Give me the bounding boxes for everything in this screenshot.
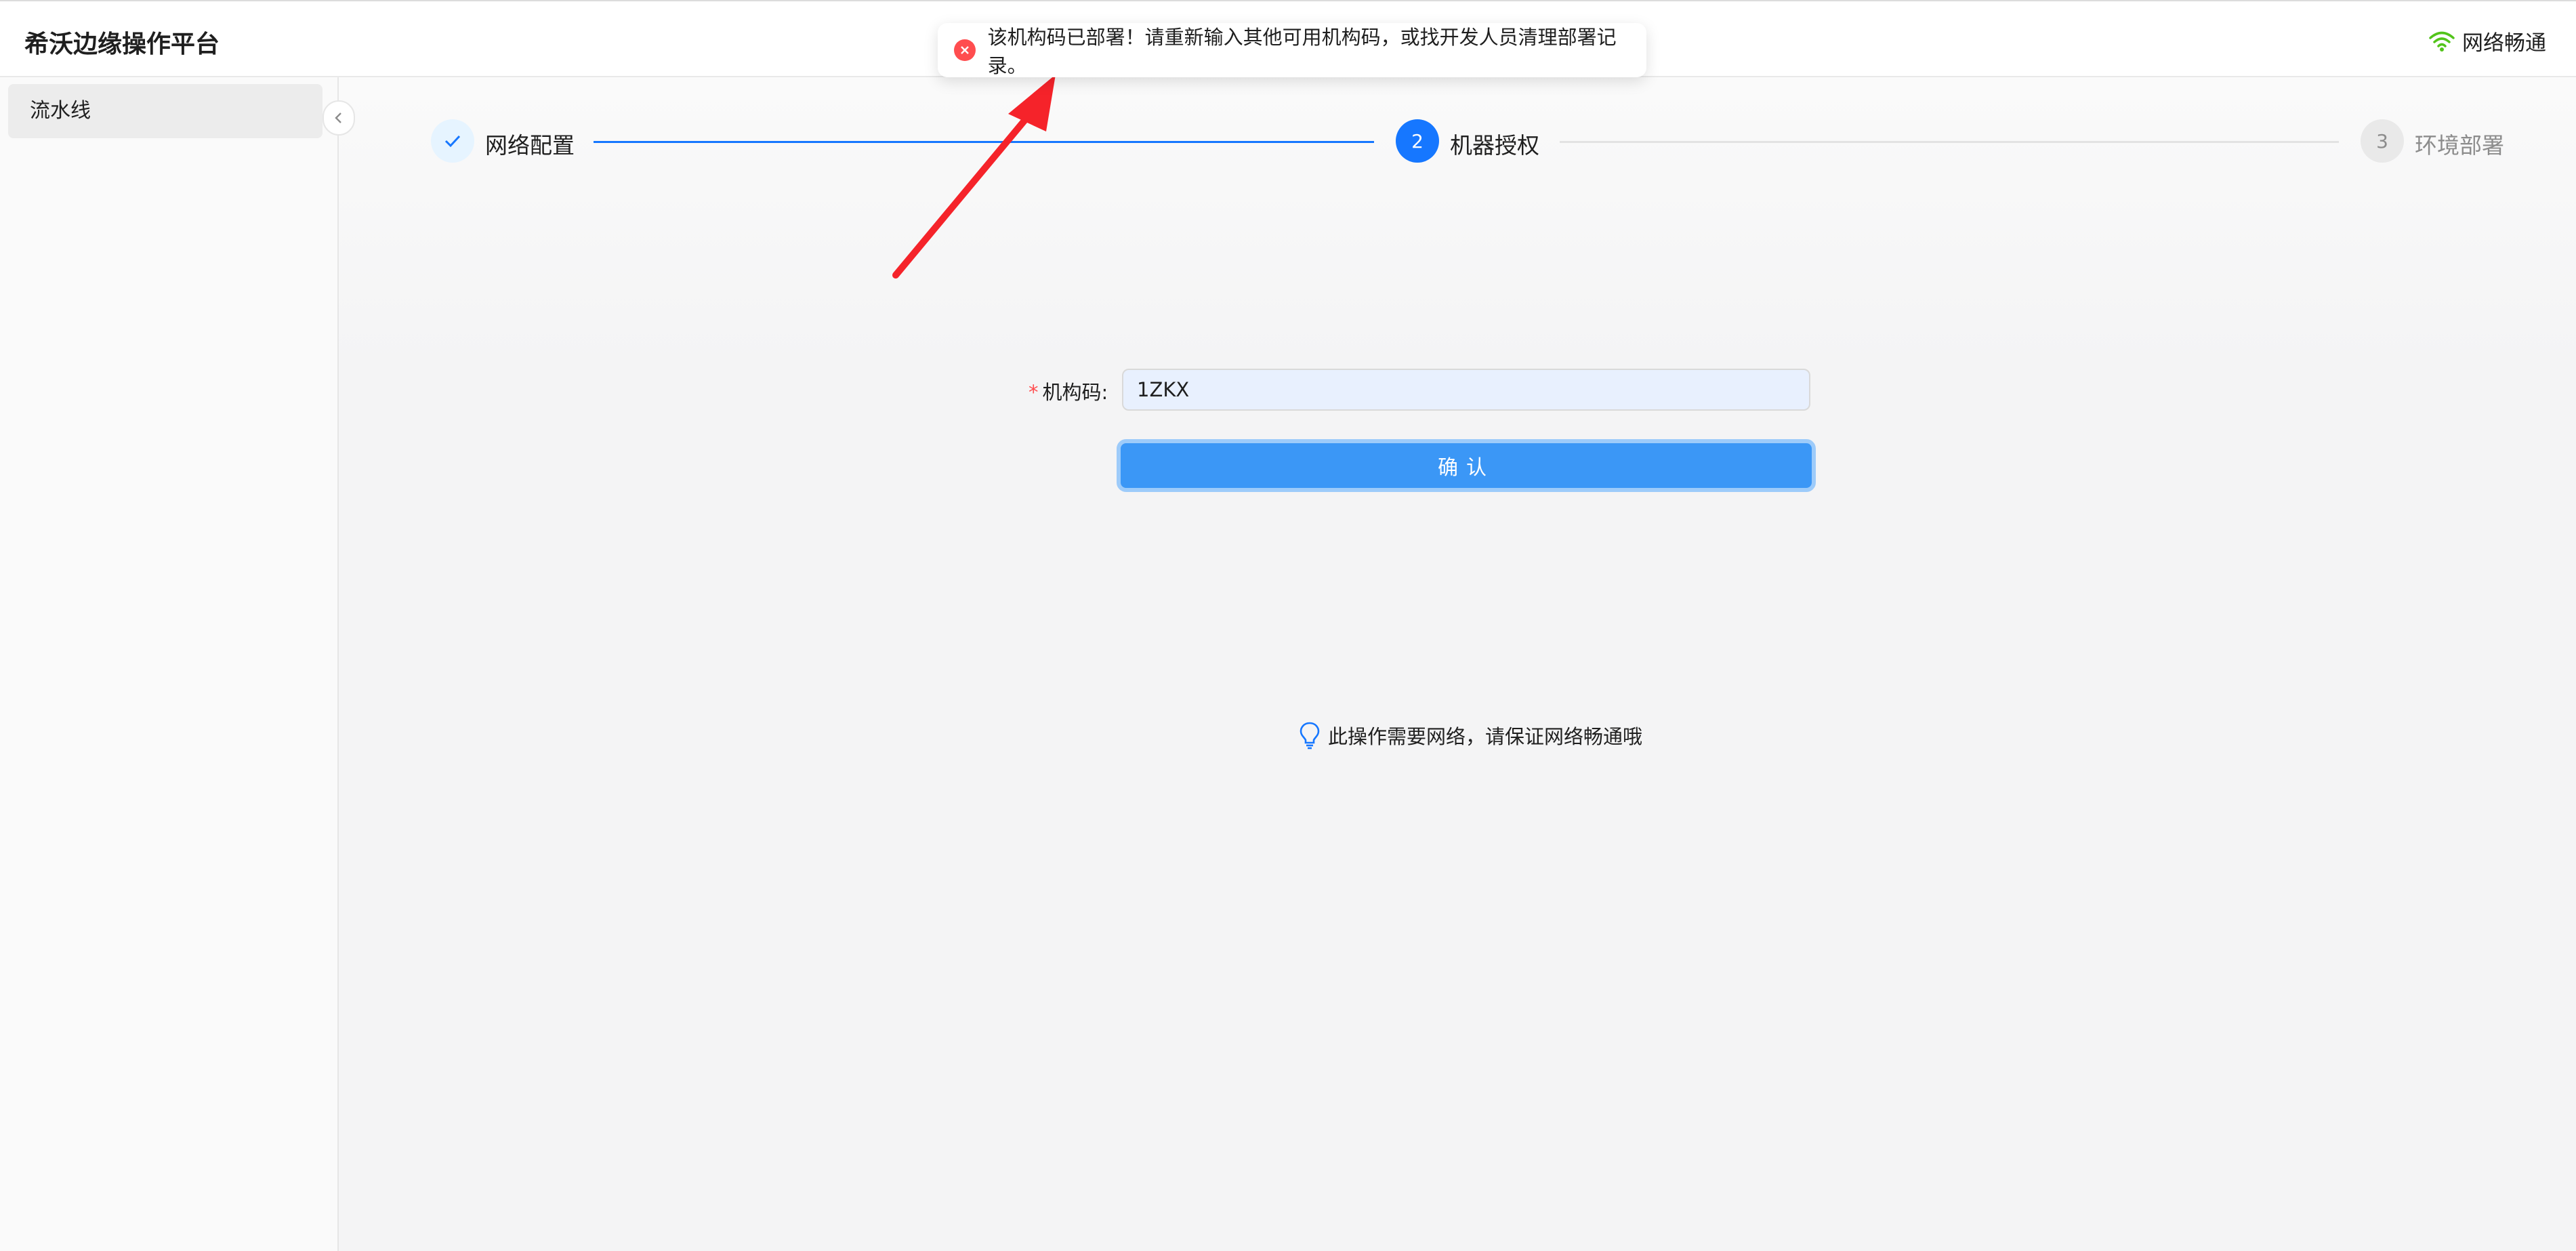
step-2-indicator: 2 bbox=[1396, 119, 1439, 163]
confirm-button-label: 确认 bbox=[1438, 456, 1495, 480]
sidebar-item-label: 流水线 bbox=[30, 99, 91, 123]
step-2-connector bbox=[1560, 141, 2339, 143]
sidebar-item-pipeline[interactable]: 流水线 bbox=[8, 84, 323, 138]
step-1-indicator bbox=[431, 119, 474, 163]
sidebar: 流水线 bbox=[0, 77, 339, 1251]
error-toast: 该机构码已部署！请重新输入其他可用机构码，或找开发人员清理部署记录。 bbox=[938, 23, 1646, 77]
step-3-number: 3 bbox=[2376, 129, 2388, 152]
network-status-label: 网络畅通 bbox=[2462, 31, 2546, 56]
chevron-left-icon bbox=[335, 112, 341, 123]
wifi-icon bbox=[2429, 31, 2455, 52]
error-circle-icon bbox=[954, 39, 976, 61]
error-toast-message: 该机构码已部署！请重新输入其他可用机构码，或找开发人员清理部署记录。 bbox=[987, 26, 1617, 77]
network-status: 网络畅通 bbox=[2428, 26, 2546, 56]
lightbulb-icon bbox=[1300, 722, 1320, 750]
step-1-label: 网络配置 bbox=[485, 132, 575, 159]
app-title: 希沃边缘操作平台 bbox=[24, 30, 220, 58]
sidebar-collapse-button[interactable] bbox=[323, 100, 355, 136]
main-content: 网络配置 2 机器授权 3 环境部署 bbox=[339, 77, 2576, 1251]
step-2-number: 2 bbox=[1411, 129, 1424, 152]
machine-code-label: * 机构码: bbox=[1029, 377, 1108, 405]
check-icon bbox=[444, 135, 461, 148]
network-hint-text: 此操作需要网络，请保证网络畅通哦 bbox=[1328, 725, 1643, 748]
step-1-connector bbox=[594, 141, 1374, 143]
network-hint: 此操作需要网络，请保证网络畅通哦 bbox=[1298, 721, 1642, 750]
machine-code-label-text: 机构码: bbox=[1042, 381, 1108, 404]
step-3-label: 环境部署 bbox=[2415, 132, 2504, 159]
step-2-label: 机器授权 bbox=[1450, 132, 1539, 159]
required-mark: * bbox=[1029, 381, 1039, 404]
machine-code-input[interactable] bbox=[1122, 369, 1810, 411]
step-3-indicator: 3 bbox=[2361, 119, 2404, 163]
confirm-button[interactable]: 确认 bbox=[1117, 439, 1816, 492]
